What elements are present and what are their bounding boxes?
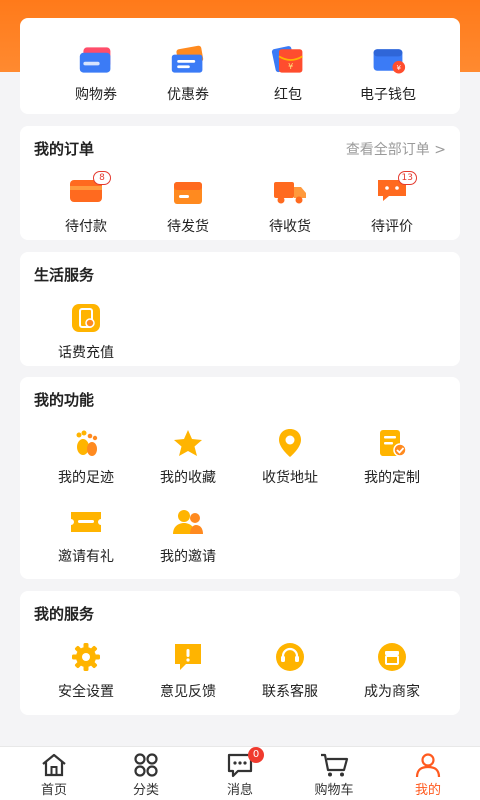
services-title: 我的服务 (34, 605, 95, 623)
function-item-label: 我的定制 (364, 470, 420, 486)
nav-label: 消息 (226, 783, 253, 798)
customer-service-icon (272, 639, 308, 675)
location-pin-icon (272, 425, 308, 461)
life-services-card: 生活服务 话费充值 (20, 252, 460, 366)
nav-item-profile[interactable]: 我的 (380, 751, 476, 798)
wallet-item-label: 电子钱包 (360, 87, 416, 103)
wallet-item-e-wallet[interactable]: ¥ 电子钱包 (336, 42, 440, 104)
user-icon (380, 751, 476, 779)
wallet-item-label: 优惠券 (167, 87, 209, 103)
pending-review-icon: 13 (374, 171, 417, 210)
message-icon: 0 (192, 747, 288, 779)
order-status-pending-review[interactable]: 13 待评价 (340, 171, 444, 236)
function-item-label: 邀请有礼 (58, 549, 114, 565)
service-item-become-merchant[interactable]: 成为商家 (340, 639, 444, 701)
order-badge: 13 (397, 171, 417, 185)
function-item-label: 我的足迹 (58, 470, 114, 486)
order-status-pending-receipt[interactable]: 待收货 (238, 174, 342, 236)
function-item-label: 我的邀请 (160, 549, 216, 565)
order-status-label: 待发货 (167, 219, 209, 235)
service-item-label: 联系客服 (262, 684, 318, 700)
gear-icon (68, 639, 104, 675)
function-item-favorites[interactable]: 我的收藏 (136, 425, 240, 487)
bottom-nav: 首页 分类 0 消息 购物车 我的 (0, 746, 480, 800)
view-all-orders-link[interactable]: 查看全部订单 > (346, 139, 446, 159)
nav-item-home[interactable]: 首页 (6, 751, 102, 798)
wallet-item-shopping-voucher[interactable]: 购物券 (44, 42, 148, 104)
pending-receipt-icon (272, 174, 308, 210)
wallet-item-red-packet[interactable]: ¥ 红包 (236, 42, 340, 104)
orders-card: 我的订单 查看全部订单 > 8 待付款 待发货 待收货 13 待评价 (20, 126, 460, 240)
coupon-icon (170, 42, 206, 78)
nav-item-category[interactable]: 分类 (98, 751, 194, 798)
service-item-label: 安全设置 (58, 684, 114, 700)
service-item-customer-service[interactable]: 联系客服 (238, 639, 342, 701)
phone-recharge-icon (68, 300, 104, 336)
wallet-item-coupon[interactable]: 优惠券 (136, 42, 240, 104)
category-grid-icon (98, 751, 194, 779)
service-item-label: 意见反馈 (160, 684, 216, 700)
service-item-feedback[interactable]: 意见反馈 (136, 639, 240, 701)
users-icon (170, 504, 206, 540)
wallet-item-label: 红包 (274, 87, 302, 103)
function-item-label: 收货地址 (262, 470, 318, 486)
orders-title: 我的订单 (34, 140, 95, 158)
function-item-label: 我的收藏 (160, 470, 216, 486)
custom-document-icon (374, 425, 410, 461)
functions-title: 我的功能 (34, 391, 95, 409)
wallet-card: 购物券 优惠券 ¥ 红包 ¥ 电子钱包 (20, 18, 460, 114)
home-icon (6, 751, 102, 779)
pending-payment-icon: 8 (68, 171, 111, 210)
cart-icon (286, 751, 382, 779)
function-item-invite-reward[interactable]: 邀请有礼 (34, 504, 138, 566)
order-status-label: 待评价 (371, 219, 413, 235)
order-badge: 8 (93, 171, 111, 185)
store-icon (374, 639, 410, 675)
life-services-title: 生活服务 (34, 266, 95, 284)
nav-label: 我的 (414, 783, 441, 798)
nav-item-cart[interactable]: 购物车 (286, 751, 382, 798)
shopping-voucher-icon (78, 42, 114, 78)
star-icon (170, 425, 206, 461)
order-status-label: 待收货 (269, 219, 311, 235)
service-item-label: 成为商家 (364, 684, 420, 700)
service-item-security[interactable]: 安全设置 (34, 639, 138, 701)
svg-text:¥: ¥ (288, 61, 293, 71)
phone-recharge-item[interactable]: 话费充值 (34, 300, 138, 362)
feedback-icon (170, 639, 206, 675)
function-item-footprint[interactable]: 我的足迹 (34, 425, 138, 487)
invite-ticket-icon (68, 504, 104, 540)
nav-label: 购物车 (314, 783, 354, 798)
services-card: 我的服务 安全设置 意见反馈 联系客服 成为商家 (20, 591, 460, 715)
wallet-item-label: 购物券 (75, 87, 117, 103)
pending-shipment-icon (170, 174, 206, 210)
footprint-icon (68, 425, 104, 461)
function-item-custom[interactable]: 我的定制 (340, 425, 444, 487)
nav-item-messages[interactable]: 0 消息 (192, 747, 288, 798)
red-packet-icon: ¥ (270, 42, 306, 78)
nav-label: 首页 (40, 783, 67, 798)
phone-recharge-label: 话费充值 (58, 345, 114, 361)
e-wallet-icon: ¥ (370, 42, 406, 78)
svg-text:¥: ¥ (397, 63, 402, 72)
message-badge: 0 (248, 747, 264, 763)
functions-card: 我的功能 我的足迹 我的收藏 收货地址 我的定制 邀请有礼 我的邀请 (20, 377, 460, 579)
order-status-label: 待付款 (65, 219, 107, 235)
function-item-my-invites[interactable]: 我的邀请 (136, 504, 240, 566)
nav-label: 分类 (132, 783, 159, 798)
function-item-address[interactable]: 收货地址 (238, 425, 342, 487)
order-status-pending-shipment[interactable]: 待发货 (136, 174, 240, 236)
order-status-pending-payment[interactable]: 8 待付款 (34, 171, 138, 236)
